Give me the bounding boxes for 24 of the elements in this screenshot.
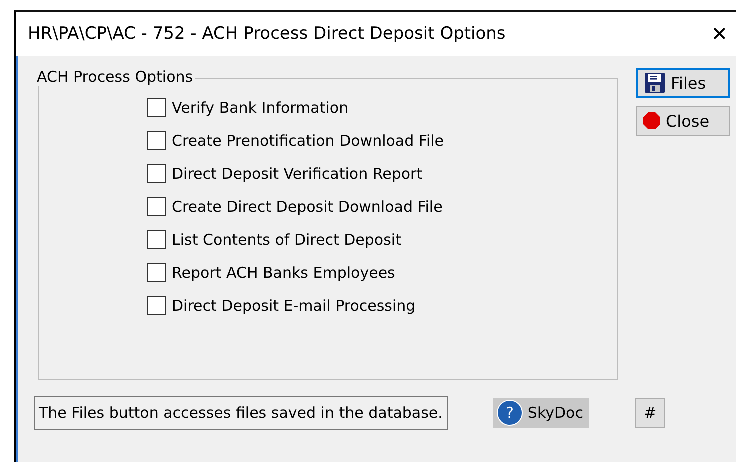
option-checkbox[interactable]: Create Prenotification Download File: [147, 131, 444, 150]
option-checkbox[interactable]: Report ACH Banks Employees: [147, 263, 396, 282]
checkbox[interactable]: [147, 263, 166, 282]
checkbox[interactable]: [147, 230, 166, 249]
stop-icon: [643, 112, 661, 130]
status-message: The Files button accesses files saved in the database.: [34, 396, 448, 430]
option-checkbox[interactable]: List Contents of Direct Deposit: [147, 230, 402, 249]
option-checkbox[interactable]: Direct Deposit Verification Report: [147, 164, 423, 183]
group-title: ACH Process Options: [37, 68, 196, 86]
checkbox[interactable]: [147, 296, 166, 315]
close-button[interactable]: Close: [636, 106, 730, 136]
checkbox[interactable]: [147, 131, 166, 150]
option-checkbox[interactable]: Create Direct Deposit Download File: [147, 197, 443, 216]
checkbox[interactable]: [147, 164, 166, 183]
files-button[interactable]: Files: [636, 68, 730, 98]
window-title: HR\PA\CP\AC - 752 - ACH Process Direct Deposit Options: [28, 24, 506, 44]
hash-button[interactable]: #: [635, 398, 666, 428]
skydoc-button[interactable]: ? SkyDoc: [492, 398, 590, 428]
checkbox[interactable]: [147, 98, 166, 117]
option-checkbox[interactable]: Verify Bank Information: [147, 98, 349, 117]
help-icon: ?: [498, 401, 522, 425]
close-button[interactable]: ✕: [707, 22, 732, 46]
checkbox[interactable]: [147, 197, 166, 216]
option-checkbox[interactable]: Direct Deposit E-mail Processing: [147, 296, 416, 315]
